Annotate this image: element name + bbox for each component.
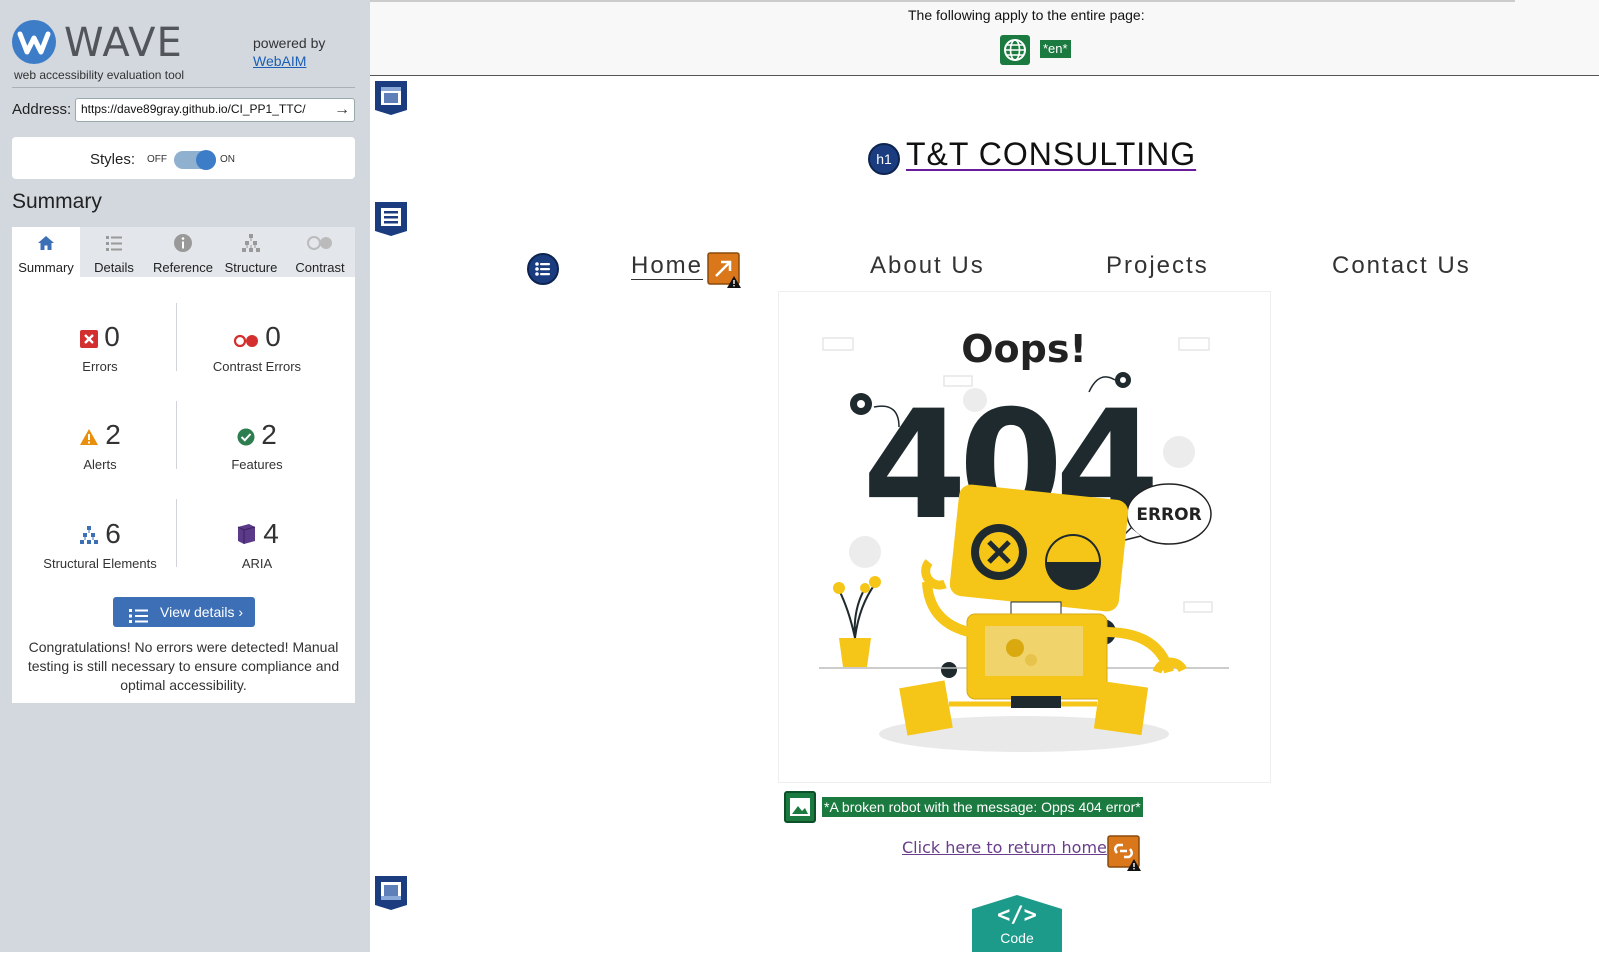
info-icon	[149, 233, 217, 253]
webaim-link[interactable]: WebAIM	[253, 53, 306, 69]
code-toggle-tab[interactable]: </> Code	[972, 895, 1062, 952]
list-icon	[80, 233, 148, 253]
image-alt-text-icon[interactable]	[784, 791, 816, 823]
suspicious-link-alert-icon[interactable]	[1107, 835, 1141, 871]
language-globe-icon[interactable]	[1000, 35, 1030, 65]
alerts-stat[interactable]: 2 Alerts	[20, 419, 180, 472]
tab-reference[interactable]: Reference	[149, 227, 217, 277]
features-label: Features	[231, 456, 283, 472]
address-label: Address:	[12, 101, 72, 118]
structural-elements-stat[interactable]: 6 Structural Elements	[20, 518, 180, 571]
tab-details[interactable]: Details	[80, 227, 148, 277]
header-region-icon[interactable]	[374, 80, 408, 116]
site-title[interactable]: T&T CONSULTING	[906, 136, 1196, 173]
aria-count: 4	[263, 518, 279, 549]
nav-about-link[interactable]: About Us	[870, 252, 985, 280]
contrast-errors-label: Contrast Errors	[212, 358, 302, 374]
aria-label: ARIA	[241, 555, 273, 571]
contrast-errors-count: 0	[265, 321, 281, 352]
contrast-error-icon	[233, 323, 259, 355]
summary-panel: 0 Errors 0 Contrast Errors 2 Alerts 2 Fe…	[12, 277, 355, 703]
tab-structure[interactable]: Structure	[217, 227, 285, 277]
styles-off-label: OFF	[147, 154, 167, 165]
contrast-icon	[286, 233, 354, 253]
features-count: 2	[261, 419, 277, 450]
styles-toggle-panel: Styles: OFF ON	[12, 137, 355, 179]
styles-toggle[interactable]	[174, 150, 216, 170]
errors-stat[interactable]: 0 Errors	[20, 321, 180, 374]
powered-by-label: powered by	[253, 35, 326, 51]
navigation-region-icon[interactable]	[374, 201, 408, 237]
errors-label: Errors	[82, 358, 118, 374]
wave-sidebar: WAVE web accessibility evaluation tool p…	[0, 0, 370, 952]
nav-projects-link[interactable]: Projects	[1106, 252, 1209, 280]
unordered-list-icon[interactable]	[527, 253, 559, 285]
features-stat[interactable]: 2 Features	[177, 419, 337, 472]
tab-label: Details	[94, 260, 134, 275]
view-details-button[interactable]: View details ›	[113, 597, 255, 627]
nav-contact-link[interactable]: Contact Us	[1332, 252, 1471, 280]
wave-tagline: web accessibility evaluation tool	[14, 68, 185, 82]
structural-count: 6	[105, 518, 121, 549]
alert-triangle-icon	[79, 421, 99, 453]
styles-on-label: ON	[220, 154, 235, 165]
list-icon	[129, 604, 149, 634]
aria-cube-icon	[235, 520, 257, 552]
structure-icon	[217, 233, 285, 253]
errors-count: 0	[104, 321, 120, 352]
view-details-label: View details ›	[160, 604, 244, 620]
nav-home-link[interactable]: Home	[631, 252, 703, 280]
aria-stat[interactable]: 4 ARIA	[177, 518, 337, 571]
apply-to-page-text: The following apply to the entire page:	[908, 7, 1145, 23]
divider	[370, 0, 1515, 2]
error-bubble-text: ERROR	[1136, 505, 1201, 525]
wave-logo-icon	[12, 20, 56, 64]
tab-label: Structure	[224, 260, 278, 275]
styles-label: Styles:	[90, 151, 136, 168]
page-preview: The following apply to the entire page: …	[370, 0, 1599, 952]
footer-region-icon[interactable]	[374, 875, 408, 911]
language-tag: *en*	[1040, 40, 1071, 58]
toggle-knob	[196, 150, 216, 170]
tab-label: Contrast	[295, 260, 345, 275]
home-icon	[12, 233, 80, 253]
congrats-message: Congratulations! No errors were detected…	[27, 639, 340, 693]
arrow-right-icon[interactable]: →	[332, 100, 352, 120]
error-x-icon	[80, 323, 99, 355]
redundant-link-alert-icon[interactable]	[707, 252, 741, 288]
divider	[12, 87, 355, 88]
check-circle-icon	[237, 421, 255, 453]
h1-heading-badge[interactable]: h1	[868, 143, 900, 175]
tab-label: Reference	[153, 260, 213, 275]
image-alt-text: *A broken robot with the message: Opps 4…	[822, 797, 1143, 817]
return-home-link[interactable]: Click here to return home	[902, 838, 1107, 857]
alerts-label: Alerts	[83, 456, 117, 472]
page-level-icons-bar: The following apply to the entire page: …	[370, 0, 1599, 76]
code-tab-label: Code	[1000, 930, 1034, 946]
summary-heading: Summary	[12, 190, 102, 213]
tab-bar: Summary Details Reference Structure Cont…	[12, 227, 355, 277]
tab-label: Summary	[18, 260, 74, 275]
alerts-count: 2	[105, 419, 121, 450]
structural-label: Structural Elements	[43, 555, 157, 571]
structure-icon	[79, 520, 99, 552]
code-brackets-icon: </>	[997, 903, 1037, 928]
contrast-errors-stat[interactable]: 0 Contrast Errors	[177, 321, 337, 374]
error-404-illustration: Oops! 404 ERROR	[778, 291, 1271, 783]
oops-heading: Oops!	[961, 327, 1087, 371]
tab-summary[interactable]: Summary	[12, 227, 80, 277]
tab-contrast[interactable]: Contrast	[286, 227, 354, 277]
address-input[interactable]: https://dave89gray.github.io/CI_PP1_TTC/	[75, 98, 355, 122]
wave-logo-text: WAVE	[64, 20, 183, 66]
